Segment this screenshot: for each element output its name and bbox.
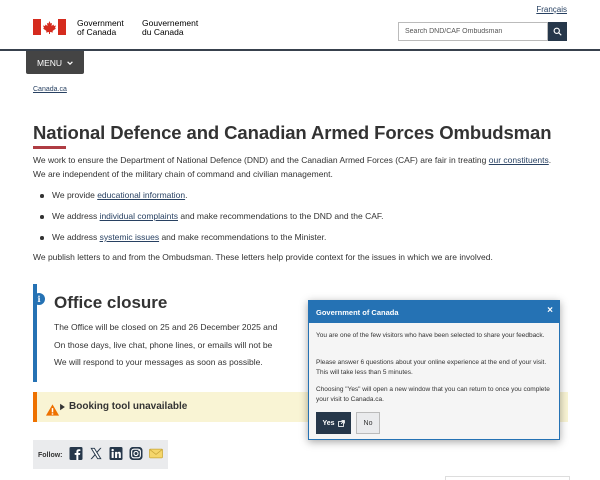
dialog-header: Government of Canada × (309, 301, 559, 323)
booking-details-toggle[interactable]: Booking tool unavailable (69, 401, 187, 412)
title-underline (33, 146, 66, 149)
list-item: We provide educational information. (40, 189, 384, 210)
closure-text-line: We will respond to your messages as soon… (54, 357, 263, 367)
wordmark-english: Government of Canada (77, 18, 124, 37)
external-link-icon (337, 419, 345, 427)
email-icon[interactable] (149, 447, 163, 460)
facebook-icon[interactable] (69, 447, 83, 460)
dialog-text: Please answer 6 questions about your onl… (316, 359, 547, 376)
intro-paragraph: We work to ensure the Department of Nati… (33, 155, 552, 179)
chevron-right-icon[interactable] (59, 403, 66, 411)
dialog-text: Choosing "Yes" will open a new window th… (316, 386, 550, 403)
chevron-down-icon (67, 60, 73, 65)
x-icon[interactable] (89, 447, 103, 460)
search-button[interactable] (548, 22, 567, 41)
closure-text-line: On those days, live chat, phone lines, o… (54, 340, 273, 350)
breadcrumb-canada-link[interactable]: Canada.ca (33, 86, 67, 93)
linkedin-icon[interactable] (109, 447, 123, 460)
individual-complaints-link[interactable]: individual complaints (100, 211, 178, 221)
services-list: We provide educational information. We a… (40, 189, 384, 252)
list-item: We address systemic issues and make reco… (40, 231, 384, 252)
wordmark-french: Gouvernement du Canada (142, 18, 199, 37)
yes-button[interactable]: Yes (316, 412, 351, 434)
header-divider (0, 49, 600, 51)
warning-icon (45, 404, 60, 416)
systemic-issues-link[interactable]: systemic issues (100, 232, 160, 242)
menu-button[interactable]: MENU (26, 51, 84, 74)
language-toggle-link[interactable]: Français (536, 5, 567, 14)
info-icon: i (33, 293, 45, 305)
search-icon (553, 27, 562, 36)
page-title: National Defence and Canadian Armed Forc… (33, 122, 552, 143)
instagram-icon[interactable] (129, 447, 143, 460)
follow-label: Follow: (38, 452, 63, 459)
list-item: We address individual complaints and mak… (40, 210, 384, 231)
dialog-text: You are one of the few visitors who have… (316, 332, 545, 339)
search-input[interactable] (398, 22, 548, 41)
publish-paragraph: We publish letters to and from the Ombud… (33, 252, 493, 262)
closure-text-line: The Office will be closed on 25 and 26 D… (54, 322, 278, 332)
educational-information-link[interactable]: educational information (97, 190, 185, 200)
closure-title: Office closure (54, 293, 168, 312)
canada-flag-icon (33, 19, 66, 35)
no-button[interactable]: No (356, 412, 380, 434)
constituents-link[interactable]: our constituents (489, 155, 549, 165)
footer-edge (445, 476, 570, 480)
dialog-title: Government of Canada (316, 308, 399, 317)
close-icon[interactable]: × (547, 306, 553, 316)
feedback-survey-dialog: Government of Canada × You are one of th… (308, 300, 560, 440)
